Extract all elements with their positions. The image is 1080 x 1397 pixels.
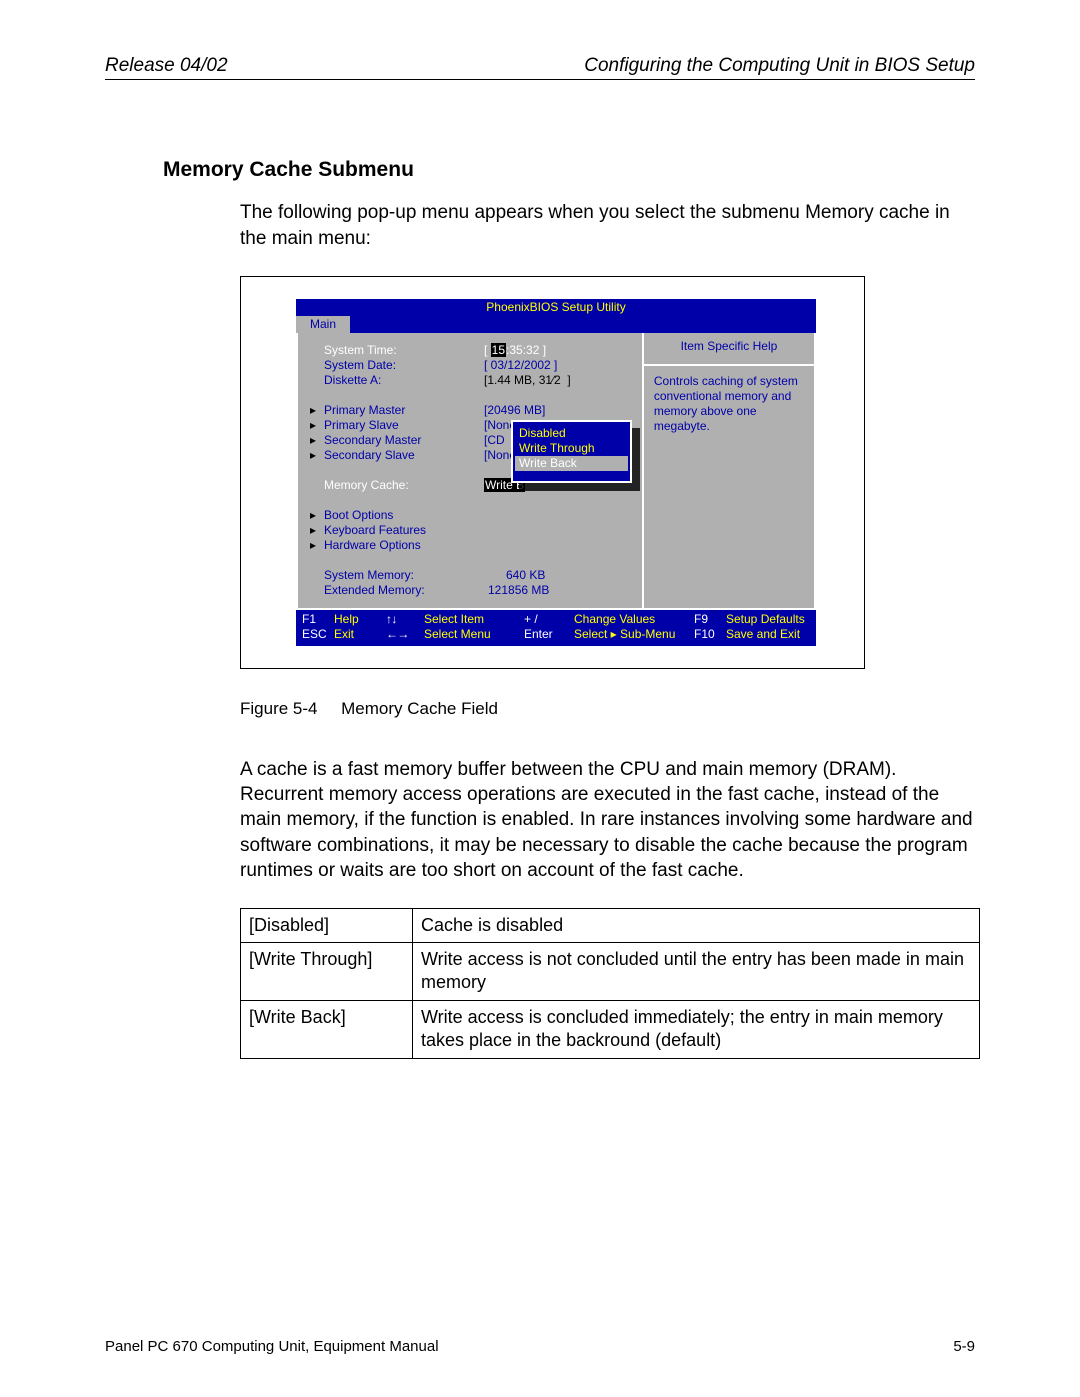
hardware-options[interactable]: Hardware Options bbox=[324, 538, 484, 553]
plus-minus-key: + / bbox=[524, 612, 574, 627]
cell-option: [Write Through] bbox=[241, 943, 413, 1001]
boot-options[interactable]: Boot Options bbox=[324, 508, 484, 523]
running-head: Release 04/02 Configuring the Computing … bbox=[105, 55, 975, 80]
release-label: Release 04/02 bbox=[105, 55, 228, 77]
cell-desc: Cache is disabled bbox=[413, 908, 980, 942]
body-paragraph: A cache is a fast memory buffer between … bbox=[240, 757, 975, 882]
page-footer: Panel PC 670 Computing Unit, Equipment M… bbox=[105, 1338, 975, 1355]
select-submenu-hint: Select ▸ Sub-Menu bbox=[574, 627, 694, 642]
help-text: Controls caching of system conventional … bbox=[644, 366, 814, 608]
help-heading: Item Specific Help bbox=[644, 333, 814, 366]
table-row: [Disabled] Cache is disabled bbox=[241, 908, 980, 942]
arrows-left-right-icon: ← → bbox=[386, 627, 424, 642]
cell-option: [Disabled] bbox=[241, 908, 413, 942]
memory-cache-popup[interactable]: Disabled Write Through Write Back bbox=[511, 420, 632, 483]
section-title: Memory Cache Submenu bbox=[163, 158, 975, 182]
chapter-title: Configuring the Computing Unit in BIOS S… bbox=[584, 55, 975, 77]
bios-title: PhoenixBIOS Setup Utility bbox=[296, 299, 816, 316]
bios-tabs: Main bbox=[296, 316, 816, 333]
triangle-icon: ▸ bbox=[310, 508, 324, 523]
table-row: [Write Through] Write access is not conc… bbox=[241, 943, 980, 1001]
caption-text: Memory Cache Field bbox=[341, 699, 498, 718]
popup-option-disabled[interactable]: Disabled bbox=[519, 426, 624, 441]
system-time-label: System Time: bbox=[324, 343, 484, 358]
change-values-hint: Change Values bbox=[574, 612, 694, 627]
page-number: 5-9 bbox=[953, 1338, 975, 1355]
popup-option-write-through[interactable]: Write Through bbox=[519, 441, 624, 456]
select-item-hint: Select Item bbox=[424, 612, 524, 627]
primary-slave-label[interactable]: Primary Slave bbox=[324, 418, 484, 433]
enter-key: Enter bbox=[524, 627, 574, 642]
bios-figure: PhoenixBIOS Setup Utility Main System Ti… bbox=[240, 276, 865, 669]
caption-label: Figure 5-4 bbox=[240, 699, 317, 718]
secondary-slave-label[interactable]: Secondary Slave bbox=[324, 448, 484, 463]
manual-title: Panel PC 670 Computing Unit, Equipment M… bbox=[105, 1338, 439, 1355]
bios-main-panel: System Time: [ 15:35:32 ] System Date: [… bbox=[298, 333, 644, 608]
cell-option: [Write Back] bbox=[241, 1000, 413, 1058]
triangle-icon: ▸ bbox=[310, 433, 324, 448]
bios-window: PhoenixBIOS Setup Utility Main System Ti… bbox=[296, 299, 816, 646]
exit-hint: Exit bbox=[334, 627, 386, 642]
triangle-icon: ▸ bbox=[310, 418, 324, 433]
f10-key: F10 bbox=[694, 627, 726, 642]
bios-footer: F1 Help ↑ ↓ Select Item + / Change Value… bbox=[296, 610, 816, 646]
primary-master-label[interactable]: Primary Master bbox=[324, 403, 484, 418]
f1-key: F1 bbox=[302, 612, 334, 627]
keyboard-features[interactable]: Keyboard Features bbox=[324, 523, 484, 538]
system-memory-label: System Memory: bbox=[324, 568, 484, 583]
triangle-icon: ▸ bbox=[310, 448, 324, 463]
triangle-icon: ▸ bbox=[310, 523, 324, 538]
system-date-value[interactable]: [ 03/12/2002 ] bbox=[484, 358, 630, 373]
system-time-value[interactable]: [ 15:35:32 ] bbox=[484, 343, 630, 358]
intro-paragraph: The following pop-up menu appears when y… bbox=[240, 200, 975, 251]
secondary-master-label[interactable]: Secondary Master bbox=[324, 433, 484, 448]
table-row: [Write Back] Write access is concluded i… bbox=[241, 1000, 980, 1058]
popup-option-write-back[interactable]: Write Back bbox=[515, 456, 628, 471]
cell-desc: Write access is concluded immediately; t… bbox=[413, 1000, 980, 1058]
extended-memory-value: 121856 MB bbox=[484, 583, 630, 598]
cache-options-table: [Disabled] Cache is disabled [Write Thro… bbox=[240, 908, 980, 1059]
system-memory-value: 640 KB bbox=[484, 568, 630, 583]
arrows-up-down-icon: ↑ ↓ bbox=[386, 612, 424, 627]
help-hint: Help bbox=[334, 612, 386, 627]
triangle-icon: ▸ bbox=[310, 538, 324, 553]
figure-caption: Figure 5-4 Memory Cache Field bbox=[240, 699, 975, 719]
diskette-label: Diskette A: bbox=[324, 373, 484, 388]
esc-key: ESC bbox=[302, 627, 334, 642]
triangle-icon: ▸ bbox=[310, 403, 324, 418]
f9-key: F9 bbox=[694, 612, 726, 627]
extended-memory-label: Extended Memory: bbox=[324, 583, 484, 598]
select-menu-hint: Select Menu bbox=[424, 627, 524, 642]
diskette-value[interactable]: [1.44 MB, 31⁄2 ] bbox=[484, 373, 630, 388]
bios-help-panel: Item Specific Help Controls caching of s… bbox=[644, 333, 814, 608]
cell-desc: Write access is not concluded until the … bbox=[413, 943, 980, 1001]
system-date-label: System Date: bbox=[324, 358, 484, 373]
save-exit-hint: Save and Exit bbox=[726, 627, 836, 642]
tab-main[interactable]: Main bbox=[296, 316, 350, 333]
setup-defaults-hint: Setup Defaults bbox=[726, 612, 836, 627]
memory-cache-label[interactable]: Memory Cache: bbox=[324, 478, 484, 493]
primary-master-value: [20496 MB] bbox=[484, 403, 630, 418]
